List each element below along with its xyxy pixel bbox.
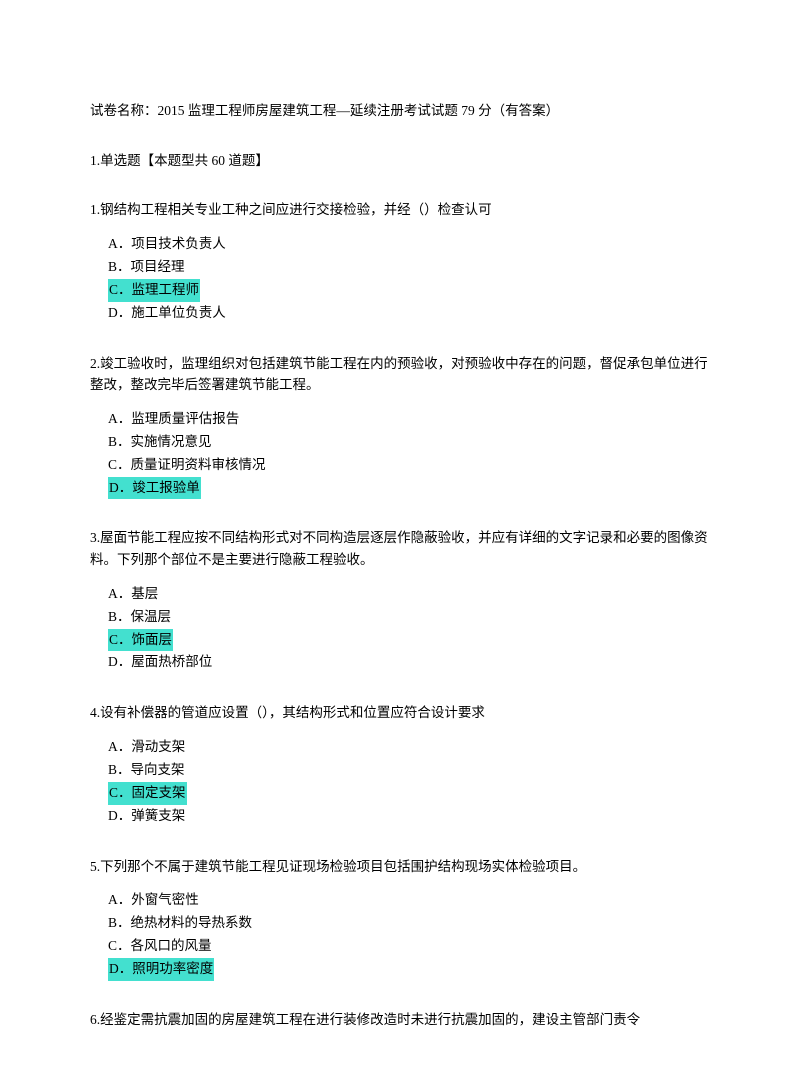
option: B．项目经理 [90, 256, 710, 279]
option-answer: C．监理工程师 [90, 279, 710, 302]
option: B．实施情况意见 [90, 431, 710, 454]
document-page: 试卷名称：2015 监理工程师房屋建筑工程—延续注册考试试题 79 分（有答案）… [0, 0, 800, 1071]
question-3: 3.屋面节能工程应按不同结构形式对不同构造层逐层作隐蔽验收，并应有详细的文字记录… [90, 527, 710, 674]
option-answer: D．照明功率密度 [90, 958, 710, 981]
option: A．项目技术负责人 [90, 233, 710, 256]
option: A．基层 [90, 583, 710, 606]
question-text: 4.设有补偿器的管道应设置（），其结构形式和位置应符合设计要求 [90, 702, 710, 724]
question-4: 4.设有补偿器的管道应设置（），其结构形式和位置应符合设计要求 A．滑动支架 B… [90, 702, 710, 827]
exam-title: 试卷名称：2015 监理工程师房屋建筑工程—延续注册考试试题 79 分（有答案） [90, 100, 710, 122]
question-text: 2.竣工验收时，监理组织对包括建筑节能工程在内的预验收，对预验收中存在的问题，督… [90, 353, 710, 396]
question-text: 1.钢结构工程相关专业工种之间应进行交接检验，并经（）检查认可 [90, 199, 710, 221]
option-answer: C．固定支架 [90, 782, 710, 805]
option: B．绝热材料的导热系数 [90, 912, 710, 935]
option: C．各风口的风量 [90, 935, 710, 958]
option: D．施工单位负责人 [90, 302, 710, 325]
option-answer: D．竣工报验单 [90, 477, 710, 500]
option: D．屋面热桥部位 [90, 651, 710, 674]
question-1: 1.钢结构工程相关专业工种之间应进行交接检验，并经（）检查认可 A．项目技术负责… [90, 199, 710, 324]
question-text: 3.屋面节能工程应按不同结构形式对不同构造层逐层作隐蔽验收，并应有详细的文字记录… [90, 527, 710, 570]
option: A．外窗气密性 [90, 889, 710, 912]
option: D．弹簧支架 [90, 805, 710, 828]
question-5: 5.下列那个不属于建筑节能工程见证现场检验项目包括围护结构现场实体检验项目。 A… [90, 856, 710, 981]
option: A．监理质量评估报告 [90, 408, 710, 431]
option: B．保温层 [90, 606, 710, 629]
option: B．导向支架 [90, 759, 710, 782]
option-answer: C．饰面层 [90, 629, 710, 652]
question-text: 5.下列那个不属于建筑节能工程见证现场检验项目包括围护结构现场实体检验项目。 [90, 856, 710, 878]
section-heading: 1.单选题【本题型共 60 道题】 [90, 150, 710, 172]
option: C．质量证明资料审核情况 [90, 454, 710, 477]
question-text: 6.经鉴定需抗震加固的房屋建筑工程在进行装修改造时未进行抗震加固的，建设主管部门… [90, 1009, 710, 1031]
question-6: 6.经鉴定需抗震加固的房屋建筑工程在进行装修改造时未进行抗震加固的，建设主管部门… [90, 1009, 710, 1031]
question-2: 2.竣工验收时，监理组织对包括建筑节能工程在内的预验收，对预验收中存在的问题，督… [90, 353, 710, 500]
option: A．滑动支架 [90, 736, 710, 759]
